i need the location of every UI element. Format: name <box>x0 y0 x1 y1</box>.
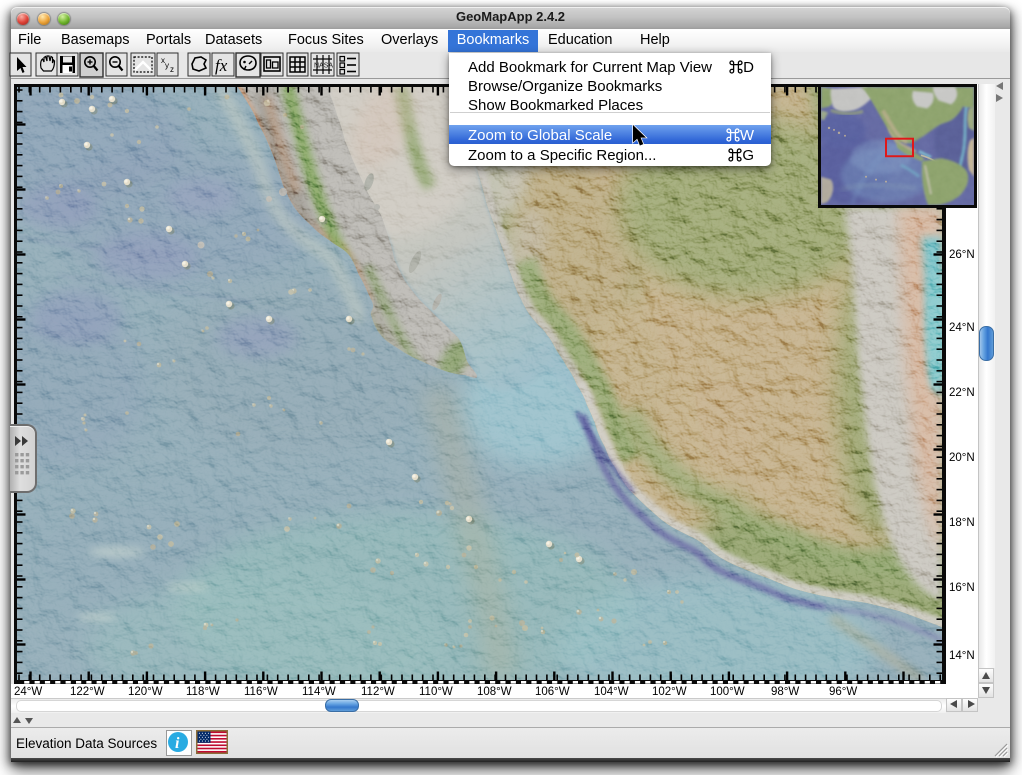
svg-text:NASA: NASA <box>314 63 333 70</box>
svg-text:z: z <box>170 65 174 74</box>
svg-text:i: i <box>175 735 180 752</box>
svg-text:fx: fx <box>215 56 228 75</box>
svg-text:y: y <box>165 61 169 70</box>
